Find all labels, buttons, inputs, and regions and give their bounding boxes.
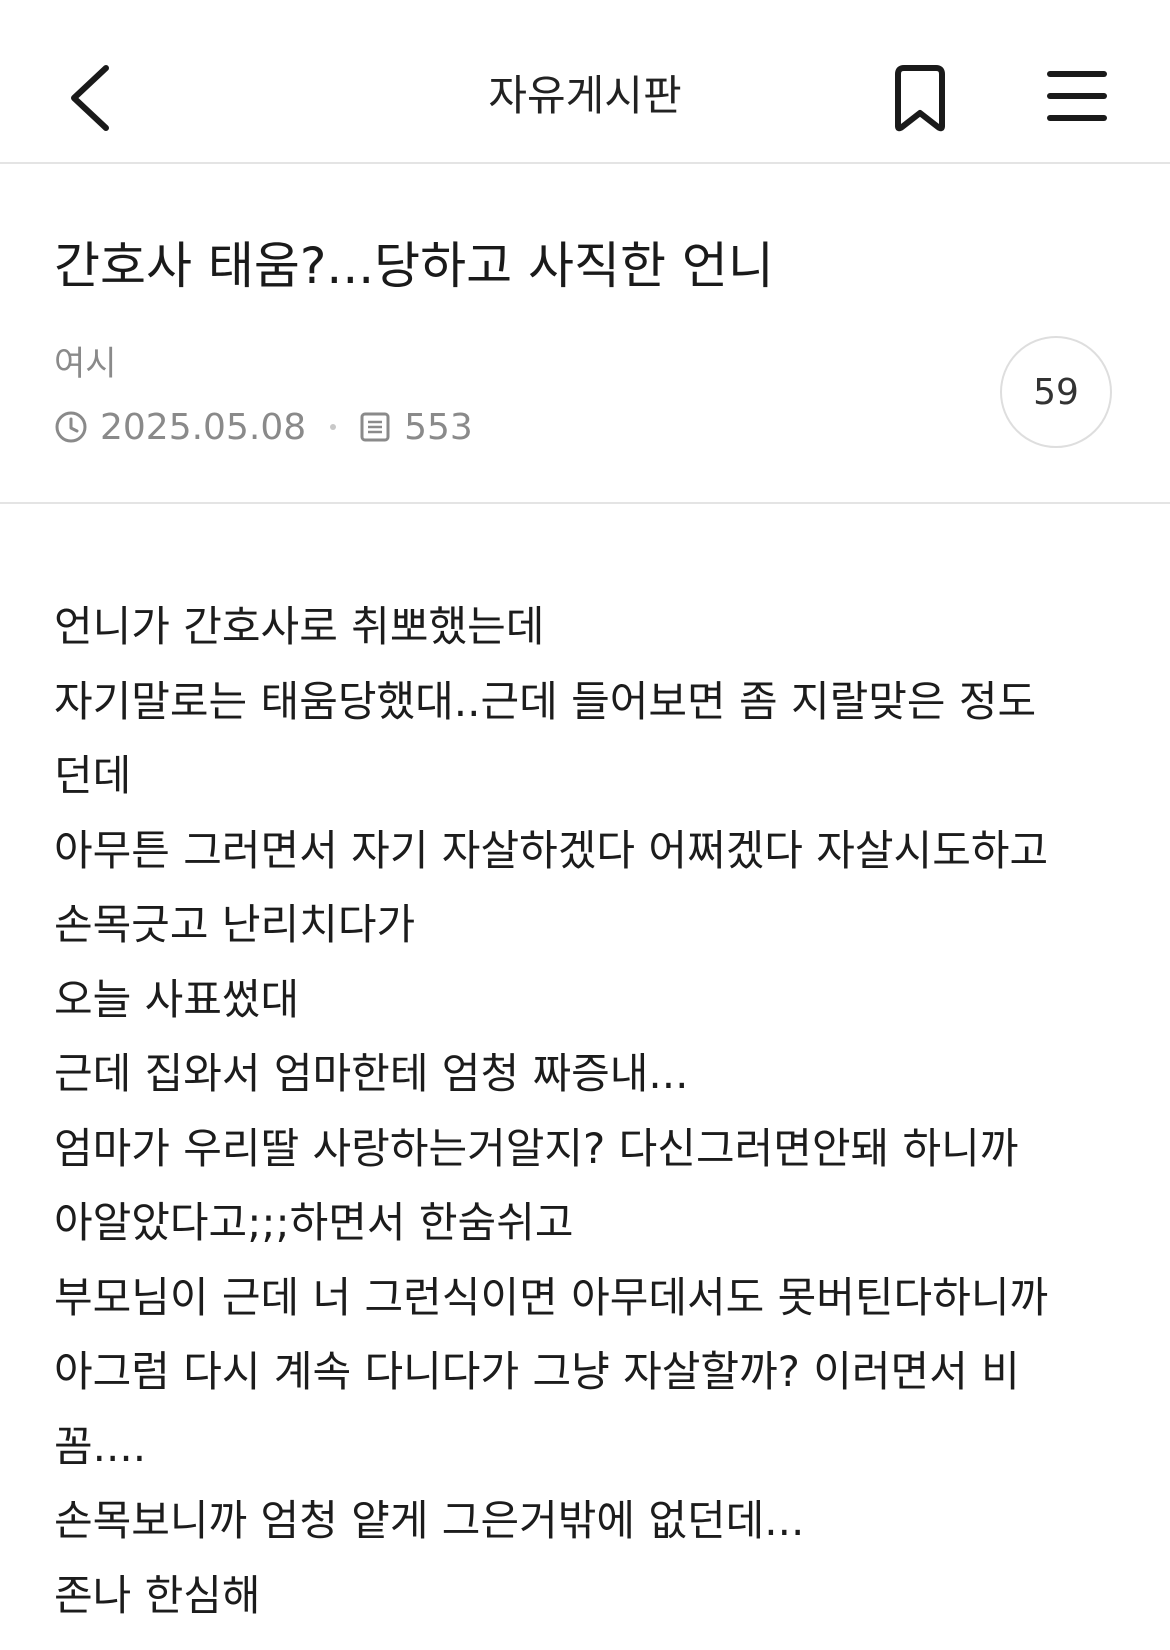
- body-line: 던데: [54, 751, 132, 800]
- author-name[interactable]: 여시: [54, 342, 117, 386]
- body-line: 꼼....: [54, 1421, 147, 1471]
- view-count: 553: [404, 406, 473, 448]
- clock-icon: [55, 411, 87, 443]
- post-meta: 2025.05.08 553: [54, 404, 473, 450]
- body-line: 근데 집와서 엄마한테 엄청 짜증내...: [54, 1049, 689, 1098]
- body-line: 엄마가 우리딸 사랑하는거알지? 다신그러면안돼 하니까: [54, 1123, 1019, 1173]
- body-line: 오늘 사표썼대: [54, 974, 300, 1024]
- meta-separator: [330, 424, 337, 430]
- body-line: 언니가 간호사로 취뽀했는데: [54, 602, 545, 651]
- comment-count-button[interactable]: 59: [1000, 336, 1112, 448]
- post-body: 언니가 간호사로 취뽀했는데 자기말로는 태움당했대..근데 들어보면 좀 지랄…: [54, 590, 1124, 1633]
- document-icon: [360, 412, 390, 442]
- bookmark-icon: [895, 65, 945, 132]
- body-line: 아알았다고;;;하면서 한숨쉬고: [54, 1198, 574, 1247]
- top-app-bar: 자유게시판: [0, 0, 1170, 164]
- body-line: 손목보니까 엄청 얕게 그은거밖에 없던데...: [54, 1496, 805, 1545]
- post-date: 2025.05.08: [100, 406, 307, 448]
- body-line: 존나 한심해: [54, 1570, 261, 1620]
- menu-button[interactable]: [1046, 66, 1108, 126]
- body-line: 아무튼 그러면서 자기 자살하겠다 어쩌겠다 자살시도하고: [54, 825, 1049, 875]
- body-line: 자기말로는 태움당했대..근데 들어보면 좀 지랄맞은 정도: [54, 676, 1037, 726]
- post-header: 간호사 태움?...당하고 사직한 언니 여시 2025.05.08 553 5…: [0, 164, 1170, 504]
- body-line: 손목긋고 난리치다가: [54, 900, 416, 949]
- bookmark-button[interactable]: [888, 64, 952, 134]
- post-title: 간호사 태움?...당하고 사직한 언니: [54, 237, 774, 295]
- body-line: 부모님이 근데 너 그런식이면 아무데서도 못버틴다하니까: [54, 1272, 1049, 1322]
- hamburger-menu-icon: [1047, 71, 1107, 121]
- board-title: 자유게시판: [488, 71, 682, 120]
- body-line: 아그럼 다시 계속 다니다가 그냥 자살할까? 이러면서 비: [54, 1347, 1020, 1396]
